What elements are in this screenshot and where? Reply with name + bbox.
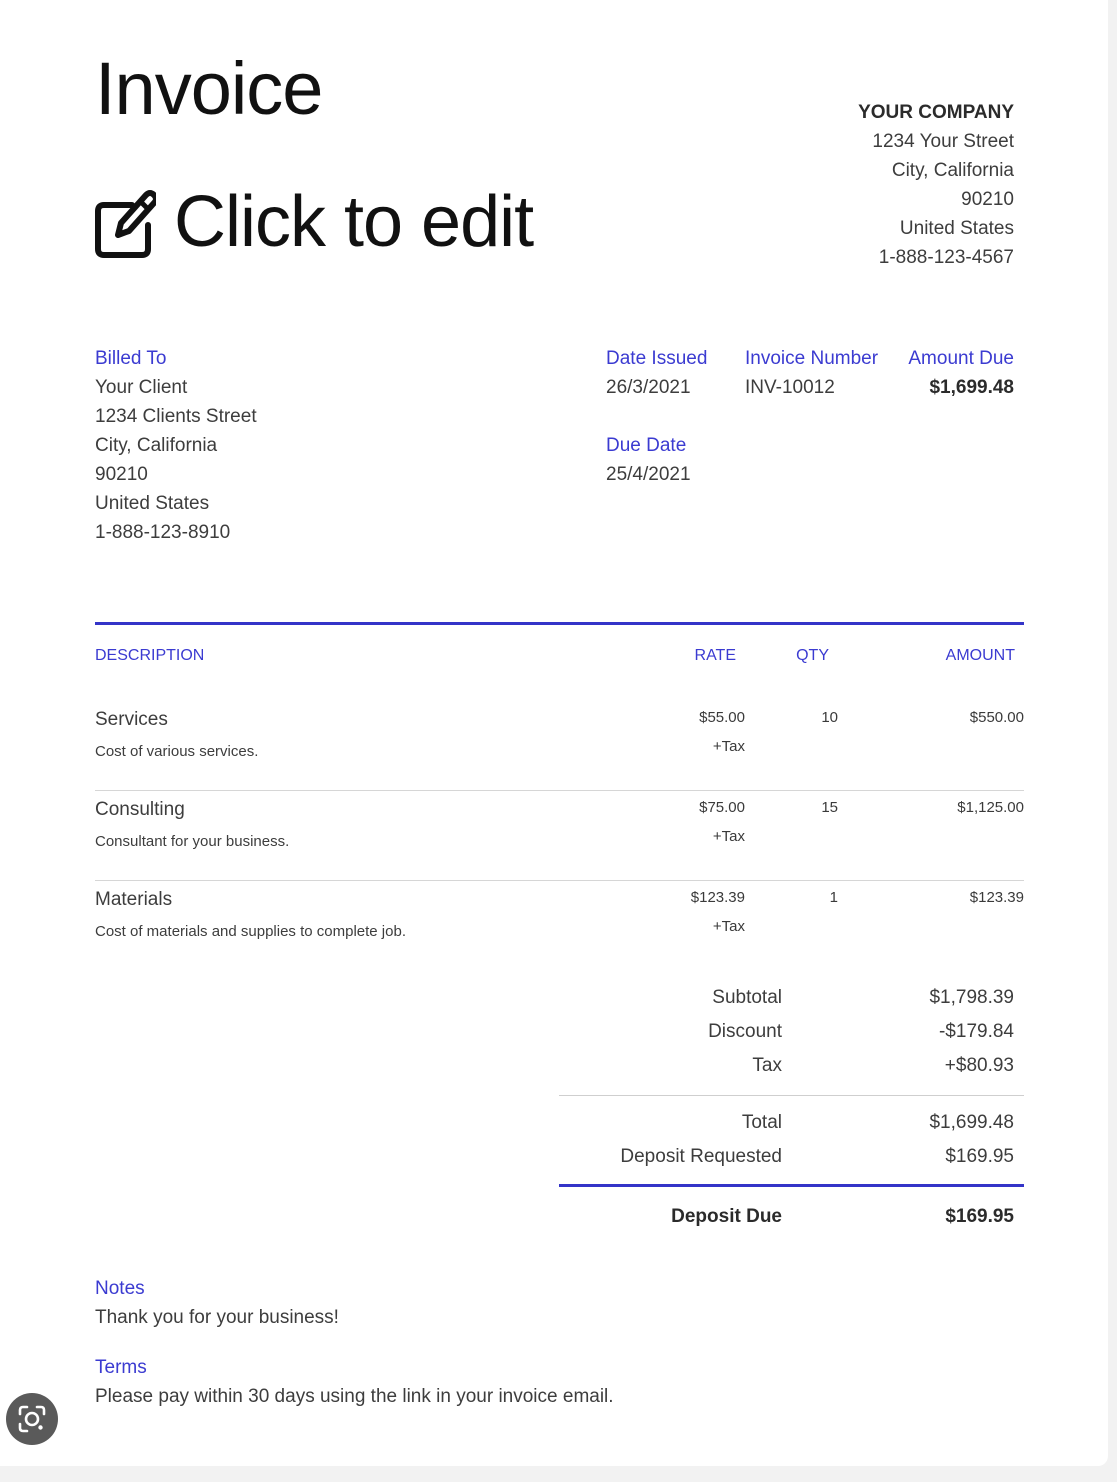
company-street: 1234 Your Street bbox=[872, 131, 1014, 152]
item-detail: Cost of materials and supplies to comple… bbox=[95, 923, 406, 940]
billed-to-label: Billed To bbox=[95, 348, 167, 369]
total-label: Total bbox=[741, 1112, 782, 1133]
totals-divider bbox=[559, 1095, 1024, 1096]
company-city: City, California bbox=[891, 160, 1014, 181]
deposit-divider bbox=[559, 1184, 1024, 1187]
amount-due-label: Amount Due bbox=[908, 348, 1014, 369]
deposit-requested-label: Deposit Requested bbox=[620, 1146, 782, 1167]
invoice-number-value: INV-10012 bbox=[745, 377, 835, 398]
discount-value: -$179.84 bbox=[938, 1021, 1014, 1042]
client-phone: 1-888-123-8910 bbox=[95, 522, 231, 543]
item-tax: +Tax bbox=[712, 918, 745, 935]
notes-label: Notes bbox=[95, 1278, 145, 1299]
notes-text: Thank you for your business! bbox=[95, 1307, 339, 1328]
amount-due-value: $1,699.48 bbox=[929, 377, 1014, 398]
discount-label: Discount bbox=[708, 1021, 782, 1042]
client-country: United States bbox=[95, 493, 210, 514]
client-city: City, California bbox=[95, 435, 218, 456]
column-header-qty: QTY bbox=[796, 647, 829, 664]
client-street: 1234 Clients Street bbox=[95, 406, 257, 427]
company-zip: 90210 bbox=[961, 189, 1014, 210]
column-header-amount: AMOUNT bbox=[945, 647, 1015, 664]
item-description: Materials bbox=[95, 889, 173, 910]
table-top-divider bbox=[95, 622, 1024, 625]
item-description: Consulting bbox=[95, 799, 185, 820]
tax-label: Tax bbox=[752, 1055, 782, 1076]
invoice-title: Invoice bbox=[95, 47, 323, 130]
invoice-page: Invoice Click to edit YOUR COMPANY 1234 … bbox=[0, 0, 1108, 1466]
deposit-requested-value: $169.95 bbox=[945, 1146, 1014, 1167]
table-row: Consulting Consultant for your business.… bbox=[95, 790, 1024, 881]
deposit-due-value: $169.95 bbox=[945, 1206, 1014, 1227]
item-detail: Cost of various services. bbox=[95, 743, 259, 760]
billed-to-section: Billed To Your Client 1234 Clients Stree… bbox=[95, 344, 257, 547]
deposit-due-label: Deposit Due bbox=[671, 1206, 782, 1227]
tax-value: +$80.93 bbox=[944, 1055, 1014, 1076]
date-issued-label: Date Issued bbox=[606, 348, 708, 369]
visual-search-button[interactable] bbox=[6, 1393, 58, 1445]
item-rate: $55.00 bbox=[699, 709, 745, 726]
terms-text: Please pay within 30 days using the link… bbox=[95, 1386, 614, 1407]
notes-section: Notes Thank you for your business! bbox=[95, 1274, 339, 1332]
invoice-number-field: Invoice Number INV-10012 bbox=[745, 344, 878, 402]
click-to-edit-button[interactable]: Click to edit bbox=[94, 182, 534, 262]
date-issued-value: 26/3/2021 bbox=[606, 377, 691, 398]
company-country: United States bbox=[899, 218, 1014, 239]
column-header-rate: RATE bbox=[694, 647, 736, 664]
item-amount: $550.00 bbox=[969, 709, 1024, 726]
company-address: YOUR COMPANY 1234 Your Street City, Cali… bbox=[858, 98, 1014, 272]
subtotal-value: $1,798.39 bbox=[929, 987, 1014, 1008]
total-value: $1,699.48 bbox=[929, 1112, 1014, 1133]
item-rate: $123.39 bbox=[690, 889, 745, 906]
due-date-label: Due Date bbox=[606, 435, 687, 456]
client-zip: 90210 bbox=[95, 464, 148, 485]
amount-due-field: Amount Due $1,699.48 bbox=[908, 344, 1014, 402]
terms-label: Terms bbox=[95, 1357, 147, 1378]
item-amount: $1,125.00 bbox=[957, 799, 1024, 816]
item-qty: 10 bbox=[821, 709, 838, 726]
company-name: YOUR COMPANY bbox=[858, 102, 1014, 123]
click-to-edit-label: Click to edit bbox=[174, 182, 534, 262]
item-qty: 1 bbox=[829, 889, 838, 906]
due-date-field: Due Date 25/4/2021 bbox=[606, 431, 691, 489]
table-row: Materials Cost of materials and supplies… bbox=[95, 880, 1024, 970]
client-name: Your Client bbox=[95, 377, 188, 398]
table-row: Services Cost of various services. $55.0… bbox=[95, 700, 1024, 791]
item-amount: $123.39 bbox=[969, 889, 1024, 906]
item-description: Services bbox=[95, 709, 168, 730]
item-rate: $75.00 bbox=[699, 799, 745, 816]
invoice-number-label: Invoice Number bbox=[745, 348, 879, 369]
item-tax: +Tax bbox=[712, 828, 745, 845]
column-header-description: DESCRIPTION bbox=[95, 647, 205, 664]
edit-icon bbox=[95, 190, 156, 258]
visual-search-icon bbox=[18, 1405, 46, 1433]
date-issued-field: Date Issued 26/3/2021 bbox=[606, 344, 707, 402]
due-date-value: 25/4/2021 bbox=[606, 464, 691, 485]
company-phone: 1-888-123-4567 bbox=[878, 247, 1014, 268]
terms-section: Terms Please pay within 30 days using th… bbox=[95, 1353, 614, 1411]
item-detail: Consultant for your business. bbox=[95, 833, 290, 850]
subtotal-label: Subtotal bbox=[712, 987, 782, 1008]
item-qty: 15 bbox=[821, 799, 838, 816]
item-tax: +Tax bbox=[712, 738, 745, 755]
